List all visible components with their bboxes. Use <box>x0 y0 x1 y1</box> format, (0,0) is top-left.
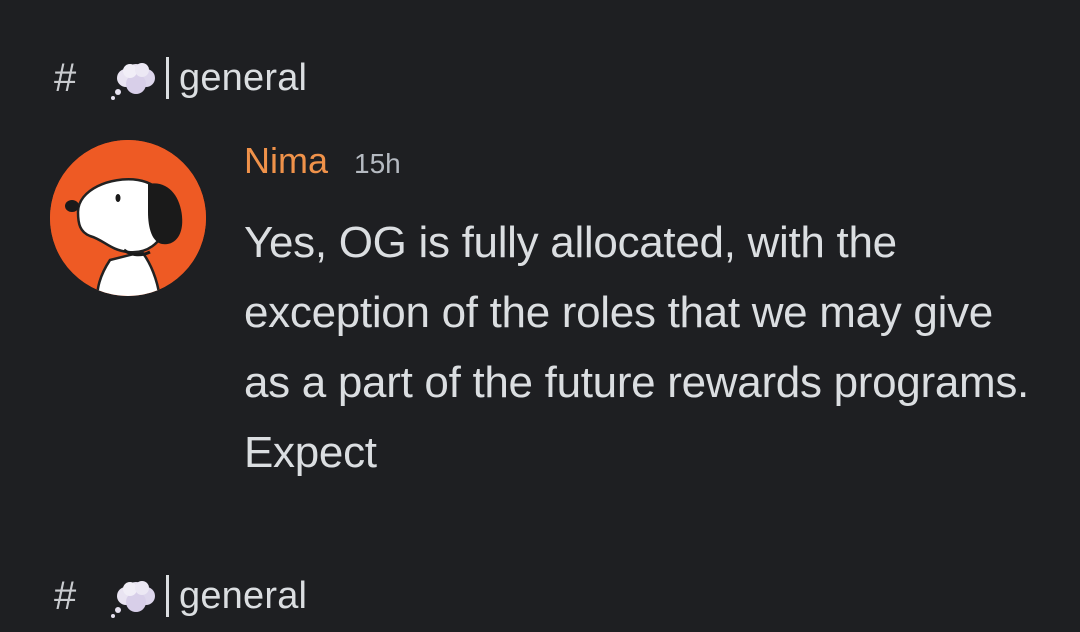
avatar[interactable] <box>50 140 206 296</box>
thought-bubble-icon <box>108 572 160 620</box>
timestamp: 15h <box>354 148 401 179</box>
message-text: Yes, OG is fully allocated, with the exc… <box>244 218 1029 477</box>
channel-header-top[interactable]: # general <box>54 48 307 108</box>
message-header: Nima 15h <box>244 140 1034 202</box>
author-name[interactable]: Nima <box>244 140 328 182</box>
thought-bubble-icon <box>108 54 160 102</box>
channel-name: general <box>179 56 308 99</box>
channel-header-bottom[interactable]: # general <box>54 566 307 626</box>
divider <box>166 57 169 99</box>
divider <box>166 575 169 617</box>
hash-icon: # <box>54 56 77 100</box>
message-body: Nima 15h Yes, OG is fully allocated, wit… <box>244 140 1034 488</box>
hash-icon: # <box>54 574 77 618</box>
channel-name: general <box>179 574 308 617</box>
